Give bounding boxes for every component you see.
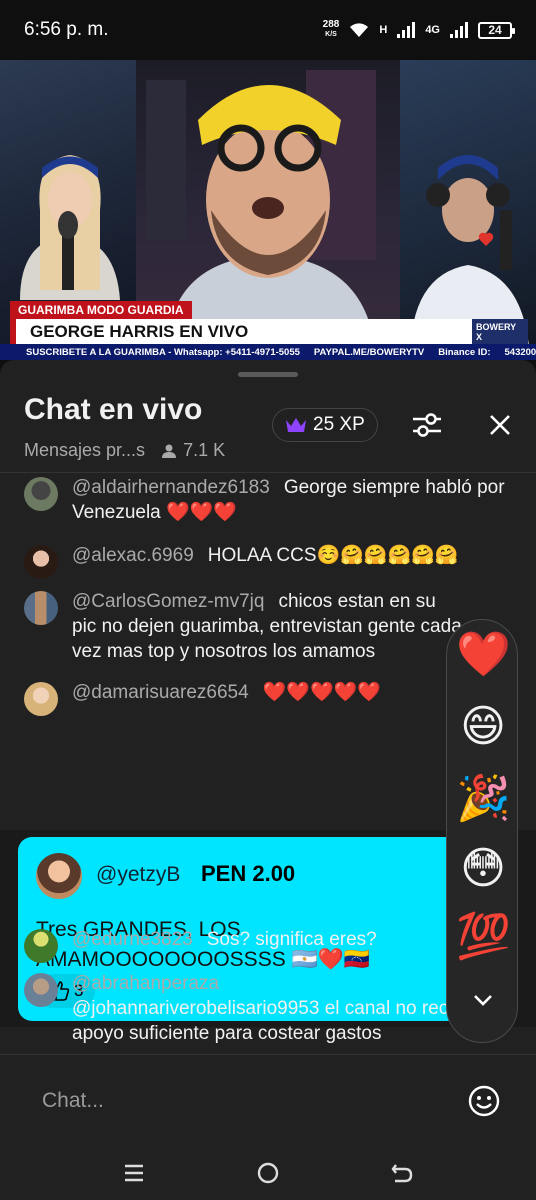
chat-username: @abrahanperaza (72, 973, 220, 994)
battery-level: 24 (488, 23, 502, 37)
chevron-down-icon (474, 995, 492, 1006)
drag-handle[interactable] (238, 372, 298, 377)
network-speed: 288 K/S (323, 20, 340, 40)
avatar (24, 477, 58, 511)
sliders-icon (413, 413, 441, 437)
party-reaction-button[interactable]: 🎉 (456, 772, 511, 826)
network-speed-unit: K/S (325, 31, 337, 38)
chat-message[interactable]: @alexac.6969 HOLAA CCS☺️🤗🤗🤗🤗🤗 (24, 543, 514, 579)
chat-message[interactable]: @CarlosGomez-mv7jq chicos estan en su pic… (24, 589, 464, 664)
reactions-panel: ❤️ 😄 🎉 😳 💯 (446, 619, 518, 1043)
battery-icon: 24 (478, 21, 515, 39)
smile-reaction-button[interactable]: 😄 (456, 700, 510, 754)
chat-text: Sos? significa eres? (206, 929, 377, 950)
network-speed-value: 288 (322, 19, 340, 30)
filter-settings-button[interactable] (410, 408, 444, 442)
network-type-4g: 4G (425, 24, 440, 36)
ticker-item: 54320027 (504, 346, 536, 358)
chat-text: @johannariverobelisario9953 el canal no … (72, 998, 494, 1044)
heart-reaction-button[interactable]: ❤️ (456, 628, 511, 682)
emoji-button[interactable] (466, 1083, 502, 1119)
super-chat-username: @yetzyB (96, 863, 181, 886)
video-player[interactable]: GUARIMBA MODO GUARDIA GEORGE HARRIS EN V… (0, 60, 536, 360)
flushed-reaction-button[interactable]: 😳 (456, 842, 510, 896)
system-nav-bar (0, 1146, 536, 1200)
signal-icon (397, 22, 416, 38)
program-tag: GUARIMBA MODO GUARDIA (10, 301, 192, 319)
back-icon (391, 1164, 413, 1183)
channel-logo: BOWERY X (472, 319, 528, 344)
avatar (36, 853, 82, 899)
chat-username: @damarisuarez6654 (72, 682, 249, 703)
chat-title: Chat en vivo (24, 393, 203, 426)
signal-icon-2 (450, 22, 468, 38)
menu-icon (125, 1164, 143, 1182)
program-headline: GEORGE HARRIS EN VIVO (10, 319, 472, 344)
ticker: SUSCRIBETE A LA GUARIMBA - Whatsapp: +54… (0, 344, 536, 360)
ticker-item: SUSCRIBETE A LA GUARIMBA - Whatsapp: +54… (26, 346, 300, 358)
viewer-count: 7.1 K (161, 440, 225, 461)
chat-input-bar (0, 1054, 536, 1146)
avatar (24, 929, 58, 963)
viewer-count-value: 7.1 K (183, 440, 226, 460)
avatar (24, 591, 58, 625)
avatar (24, 545, 58, 579)
close-icon (490, 415, 510, 435)
chat-subtitle: Mensajes pr...s 7.1 K (24, 440, 225, 461)
clock: 6:56 p. m. (24, 19, 109, 40)
home-circle-icon (257, 1162, 279, 1184)
ticker-item: Binance ID: (438, 346, 491, 358)
chat-text: ❤️❤️❤️❤️❤️ (262, 682, 381, 703)
chat-username: @alexac.6969 (72, 545, 194, 566)
chat-message[interactable]: @edurne3823 Sos? significa eres? (24, 927, 514, 963)
chat-input[interactable] (24, 1073, 444, 1129)
chat-message[interactable]: @abrahanperaza @johannariverobelisario995… (24, 971, 494, 1046)
chat-username: @CarlosGomez-mv7jq (72, 591, 265, 612)
chat-username: @edurne3823 (72, 929, 193, 950)
ticker-item: PAYPAL.ME/BOWERYTV (313, 346, 425, 358)
crown-icon (286, 418, 306, 432)
home-button[interactable] (251, 1156, 285, 1190)
collapse-reactions-button[interactable] (471, 988, 495, 1012)
status-bar: 6:56 p. m. 288 K/S H 4G 24 (0, 0, 536, 60)
avatar (24, 682, 58, 716)
wifi-icon (350, 23, 369, 37)
xp-value: 25 XP (313, 414, 365, 435)
hundred-reaction-button[interactable]: 💯 (456, 910, 511, 964)
chat-text: HOLAA CCS☺️🤗🤗🤗🤗🤗 (207, 545, 459, 566)
network-type-h: H (379, 24, 388, 36)
chat-username: @aldairhernandez6183 (72, 477, 270, 498)
chat-filter-label[interactable]: Mensajes pr...s (24, 440, 145, 461)
chat-message[interactable]: @aldairhernandez6183 George siempre habló… (24, 475, 514, 525)
super-chat-amount: PEN 2.00 (201, 861, 296, 886)
person-icon (162, 444, 177, 458)
chat-message[interactable]: @damarisuarez6654 ❤️❤️❤️❤️❤️ (24, 680, 514, 716)
lower-third: GUARIMBA MODO GUARDIA GEORGE HARRIS EN V… (0, 301, 536, 360)
avatar (24, 973, 58, 1007)
back-button[interactable] (385, 1156, 419, 1190)
recents-button[interactable] (117, 1156, 151, 1190)
close-button[interactable] (483, 408, 517, 442)
smiley-icon (468, 1085, 500, 1117)
xp-badge[interactable]: 25 XP (272, 408, 378, 442)
